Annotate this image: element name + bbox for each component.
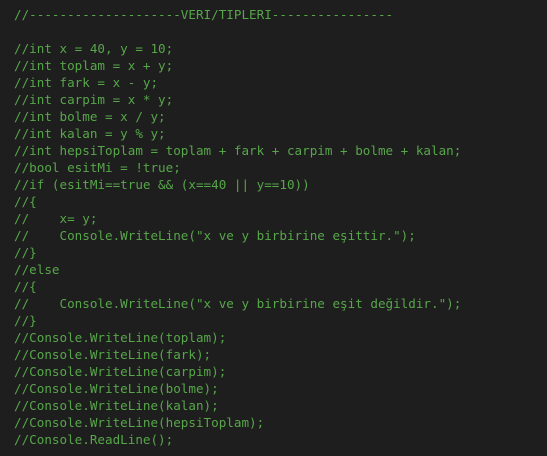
code-line-8: //int kalan = y % y; bbox=[14, 126, 166, 141]
code-line-21: //Console.WriteLine(fark); bbox=[14, 347, 212, 362]
code-line-6: //int carpim = x * y; bbox=[14, 92, 174, 107]
code-line-10: //bool esitMi = !true; bbox=[14, 160, 181, 175]
code-line-14: // Console.WriteLine("x ve y birbirine e… bbox=[14, 228, 416, 243]
code-editor[interactable]: //--------------------VERI/TIPLERI------… bbox=[0, 0, 547, 456]
code-line-24: //Console.WriteLine(kalan); bbox=[14, 398, 219, 413]
code-line-22: //Console.WriteLine(carpim); bbox=[14, 364, 227, 379]
code-line-3: //int x = 40, y = 10; bbox=[14, 41, 174, 56]
code-line-9: //int hepsiToplam = toplam + fark + carp… bbox=[14, 143, 462, 158]
code-line-11: //if (esitMi==true && (x==40 || y==10)) bbox=[14, 177, 310, 192]
code-line-15: //} bbox=[14, 245, 37, 260]
code-line-25: //Console.WriteLine(hepsiToplam); bbox=[14, 415, 265, 430]
code-line-5: //int fark = x - y; bbox=[14, 75, 159, 90]
code-line-20: //Console.WriteLine(toplam); bbox=[14, 330, 227, 345]
code-line-19: //} bbox=[14, 313, 37, 328]
code-line-17: //{ bbox=[14, 279, 37, 294]
code-line-1: //--------------------VERI/TIPLERI------… bbox=[14, 7, 394, 22]
code-line-16: //else bbox=[14, 262, 60, 277]
code-line-7: //int bolme = x / y; bbox=[14, 109, 166, 124]
code-line-23: //Console.WriteLine(bolme); bbox=[14, 381, 219, 396]
code-line-18: // Console.WriteLine("x ve y birbirine e… bbox=[14, 296, 462, 311]
code-line-26: //Console.ReadLine(); bbox=[14, 432, 174, 447]
code-line-4: //int toplam = x + y; bbox=[14, 58, 174, 73]
code-line-12: //{ bbox=[14, 194, 37, 209]
code-line-13: // x= y; bbox=[14, 211, 98, 226]
